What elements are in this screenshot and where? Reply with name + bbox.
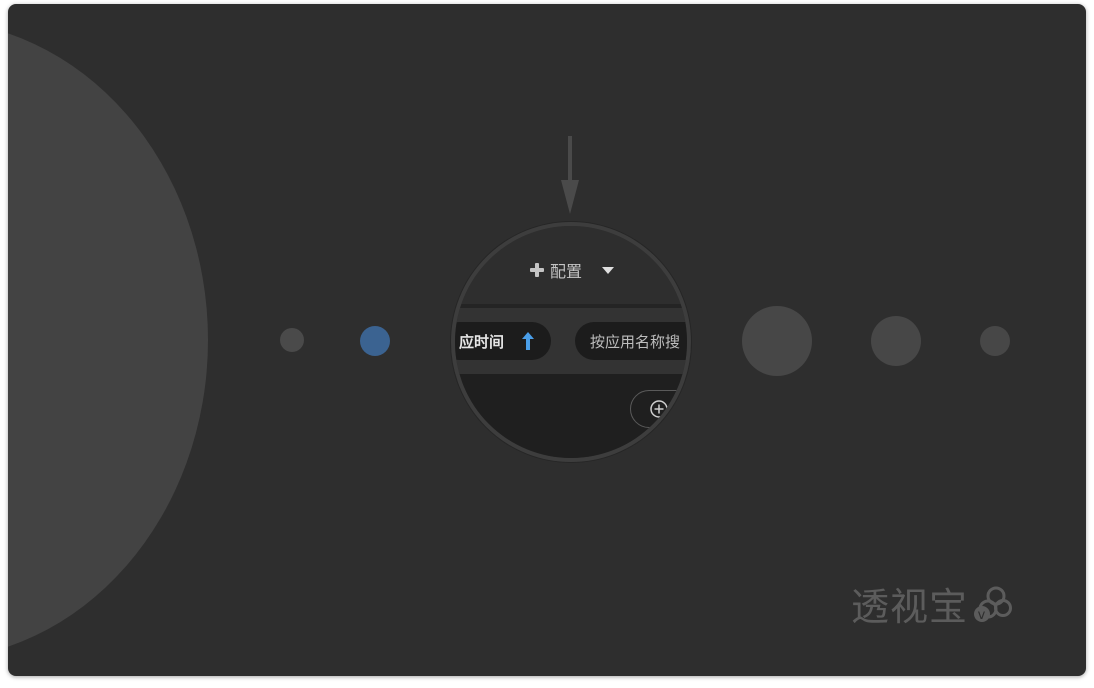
add-button[interactable] xyxy=(630,390,687,428)
config-label: 配置 xyxy=(550,262,583,281)
brand-watermark: 透视宝 v xyxy=(851,576,1013,631)
carousel-dot[interactable] xyxy=(742,306,812,376)
caret-down-icon[interactable] xyxy=(602,266,615,274)
sort-by-time-button[interactable]: 应时间 xyxy=(455,322,551,360)
plus-icon xyxy=(530,263,544,277)
carousel-dot[interactable] xyxy=(871,316,921,366)
carousel-dot[interactable] xyxy=(980,326,1010,356)
sort-label: 应时间 xyxy=(459,332,505,351)
decorative-large-circle xyxy=(8,20,208,660)
add-circle-icon xyxy=(650,400,668,418)
watermark-text: 透视宝 xyxy=(851,585,969,629)
search-placeholder: 按应用名称搜 xyxy=(590,332,681,351)
magnifier-lens: 配置 应时间 按应用名称搜 xyxy=(451,222,691,462)
config-button[interactable]: 配置 xyxy=(530,258,615,282)
cloud-v-logo-icon: v xyxy=(974,586,1013,623)
app-window: 配置 应时间 按应用名称搜 透视宝 v xyxy=(8,4,1086,676)
badge-letter: v xyxy=(978,608,987,623)
arrow-down-icon xyxy=(561,136,579,214)
search-input[interactable]: 按应用名称搜 xyxy=(575,322,687,360)
arrow-up-icon xyxy=(522,332,535,350)
carousel-dot-active[interactable] xyxy=(360,326,390,356)
carousel-dot[interactable] xyxy=(280,328,304,352)
